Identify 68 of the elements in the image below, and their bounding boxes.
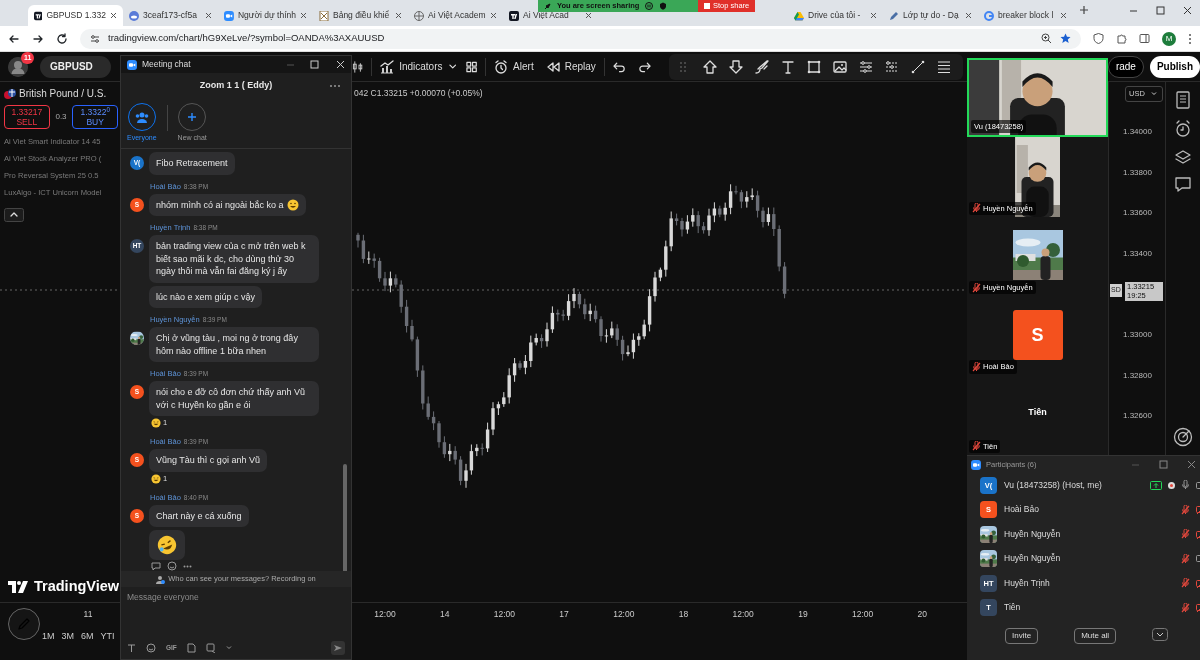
toolbar-button[interactable]: Replay xyxy=(545,59,596,74)
time-label: 19 xyxy=(797,608,809,621)
price-label: 1.33800 xyxy=(1123,166,1152,179)
range-button[interactable]: 1M xyxy=(42,630,55,644)
browser-tab[interactable]: Người dự thính xyxy=(218,5,313,26)
price-label: 1.32800 xyxy=(1123,369,1152,382)
time-label: 12:00 xyxy=(492,608,517,621)
spread-text: 0.3 xyxy=(54,111,68,123)
browser-tab[interactable]: GBPUSD 1.332 xyxy=(28,5,123,26)
range-button[interactable]: 6M xyxy=(81,630,94,644)
browser-tab[interactable]: breaker block l xyxy=(978,5,1073,26)
participant-name: Tiên xyxy=(1004,601,1022,615)
message-text: Vũng Tàu thì c gọi anh Vũ xyxy=(156,454,260,467)
time-label: 17 xyxy=(558,608,570,621)
message-text: Fibo Retracement xyxy=(156,157,228,170)
toolbar-button[interactable]: Indicators xyxy=(380,59,443,74)
time-label: 12:00 xyxy=(612,608,636,621)
time-label: 12:00 xyxy=(731,608,755,621)
message-text: nhóm mình có ai ngoài bắc ko a xyxy=(156,198,284,211)
message-text: bản trading view của c mở trên web k biết sao mãi k dc, cho dùng thử 30 ngày thôi mà vẫn fai đăng ký j ấy xyxy=(156,240,307,278)
browser-tab[interactable]: 3ceaf173-cf5a xyxy=(123,5,218,26)
participant-name: Huyền Trịnh xyxy=(1004,576,1051,590)
range-button[interactable]: YTI xyxy=(100,630,115,644)
participant-name: Huyền Nguyễn xyxy=(1004,552,1062,566)
browser-tab[interactable]: Bảng điều khiể xyxy=(313,5,408,26)
browser-tab[interactable]: Drive của tôi - xyxy=(788,5,883,26)
participant-name: Huyền Nguyễn xyxy=(1004,527,1062,541)
time-label: 18 xyxy=(677,608,690,621)
publish-button[interactable]: Publish xyxy=(1149,55,1200,78)
time-label: 12:00 xyxy=(373,608,397,621)
toolbar-button[interactable]: Alert xyxy=(494,59,534,74)
logo-text: TradingView xyxy=(34,577,120,597)
price-label: 1.33000 xyxy=(1123,329,1152,341)
participant-name: Tiên xyxy=(1028,405,1047,419)
ohlc-text: 042 C1.33215 +0.00070 (+0.05%) xyxy=(354,87,483,100)
window-title: Meeting chat xyxy=(142,58,192,71)
participant-row[interactable]: Huyền Nguyễn xyxy=(967,522,1200,547)
message-text: nói cho e đỡ cô đơn chứ thấy anh Vũ với c Huyền ko gần e ói xyxy=(156,386,306,411)
sell-button[interactable]: 1.33217 SELL xyxy=(4,105,50,129)
browser-tab[interactable]: Ai Việt Academ xyxy=(408,5,503,26)
time-label: 12:00 xyxy=(850,608,875,621)
price-label: 1.32600 xyxy=(1123,410,1152,423)
participant-row[interactable]: Huyền Nguyễn xyxy=(967,546,1200,571)
instrument-title: British Pound / U.S. xyxy=(19,87,107,101)
url-text: tradingview.com/chart/hG9XeLve/?symbol=OANDA%3AXAUUSD xyxy=(108,31,386,46)
message-text: Chart này e cá xuống xyxy=(156,509,242,522)
participant-name: Vu (18473258) (Host, me) xyxy=(1004,478,1103,492)
buy-button[interactable]: 1.3322$^{0}$ BUY xyxy=(72,105,118,129)
footer-button[interactable]: Mute all xyxy=(1074,628,1117,644)
profile-avatar[interactable]: M xyxy=(1162,31,1176,46)
message-input[interactable]: Message everyone xyxy=(127,591,345,641)
browser-tab[interactable]: Lớp tự do - Dạ xyxy=(883,5,978,26)
message-text: lúc nào e xem giúp c vậy xyxy=(156,290,256,303)
trade-button[interactable]: rade xyxy=(1107,55,1144,78)
price-label: 1.33400 xyxy=(1123,247,1152,260)
participant-name: Hoài Bảo xyxy=(1004,503,1040,517)
footer-button[interactable]: Invite xyxy=(1005,628,1039,644)
time-label: 11 xyxy=(82,608,94,621)
message-text: Chị ở vũng tàu , moi ng ở trong đây hôm nào offline 1 bữa nhen xyxy=(156,332,299,357)
avatar: S xyxy=(1012,310,1063,361)
time-label: 14 xyxy=(438,608,451,621)
address-bar[interactable]: tradingview.com/chart/hG9XeLve/?symbol=OANDA%3AXAUUSD xyxy=(80,28,1081,49)
time-label: 20 xyxy=(916,608,929,621)
price-label: 1.33600 xyxy=(1123,207,1152,220)
price-label: 1.34000 xyxy=(1123,126,1152,138)
chat-title: Zoom 1 1 ( Eddy) xyxy=(199,79,273,93)
range-button[interactable]: 3M xyxy=(61,630,75,644)
symbol-search[interactable]: GBPUSD xyxy=(40,55,112,78)
